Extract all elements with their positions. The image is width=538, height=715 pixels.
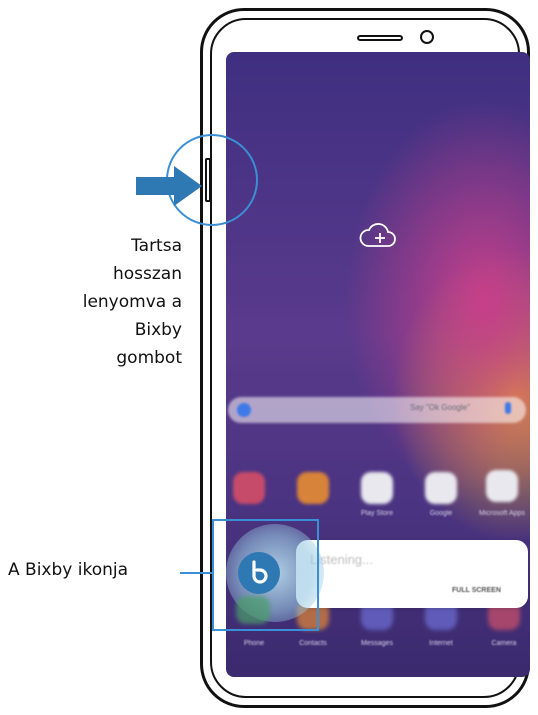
arrow-right-icon (136, 166, 202, 206)
instruction-text: Tartsa hosszan lenyomva a Bixby gombot (30, 232, 182, 372)
app-label: Play Store (360, 510, 394, 517)
dock-label: Contacts (299, 640, 327, 647)
bixby-icon-label: A Bixby ikonja (8, 560, 129, 580)
app-label: Google (429, 510, 453, 517)
microsoft-apps-icon[interactable] (486, 470, 518, 502)
instruction-line: gombot (116, 348, 182, 368)
app-store-icon[interactable] (233, 472, 265, 504)
front-camera (420, 30, 434, 44)
instruction-line: lenyomva a (82, 292, 182, 312)
google-search-bar[interactable] (228, 397, 526, 423)
google-folder-icon[interactable] (425, 472, 457, 504)
bixby-side-button[interactable] (205, 158, 211, 202)
instruction-line: hosszan (112, 264, 182, 284)
full-screen-button[interactable]: FULL SCREEN (452, 587, 501, 594)
bixby-label-leader (180, 572, 212, 574)
dock-label: Camera (491, 640, 517, 647)
dock-label: Phone (243, 640, 265, 647)
google-icon (237, 403, 251, 417)
dock-label: Messages (361, 640, 393, 647)
bixby-icon-highlight (212, 519, 319, 631)
mic-icon[interactable] (505, 402, 511, 414)
instruction-line: Tartsa (131, 236, 182, 256)
play-store-icon[interactable] (361, 472, 393, 504)
instruction-line: Bixby (134, 320, 182, 340)
cloud-plus-icon (359, 223, 396, 247)
app-label: Microsoft Apps (479, 510, 525, 517)
search-hint: Say "Ok Google" (410, 403, 470, 412)
app-bixby-vision-icon[interactable] (297, 472, 329, 504)
bixby-listening-card (296, 540, 528, 608)
speaker-slot (357, 35, 403, 41)
dock-label: Internet (429, 640, 453, 647)
